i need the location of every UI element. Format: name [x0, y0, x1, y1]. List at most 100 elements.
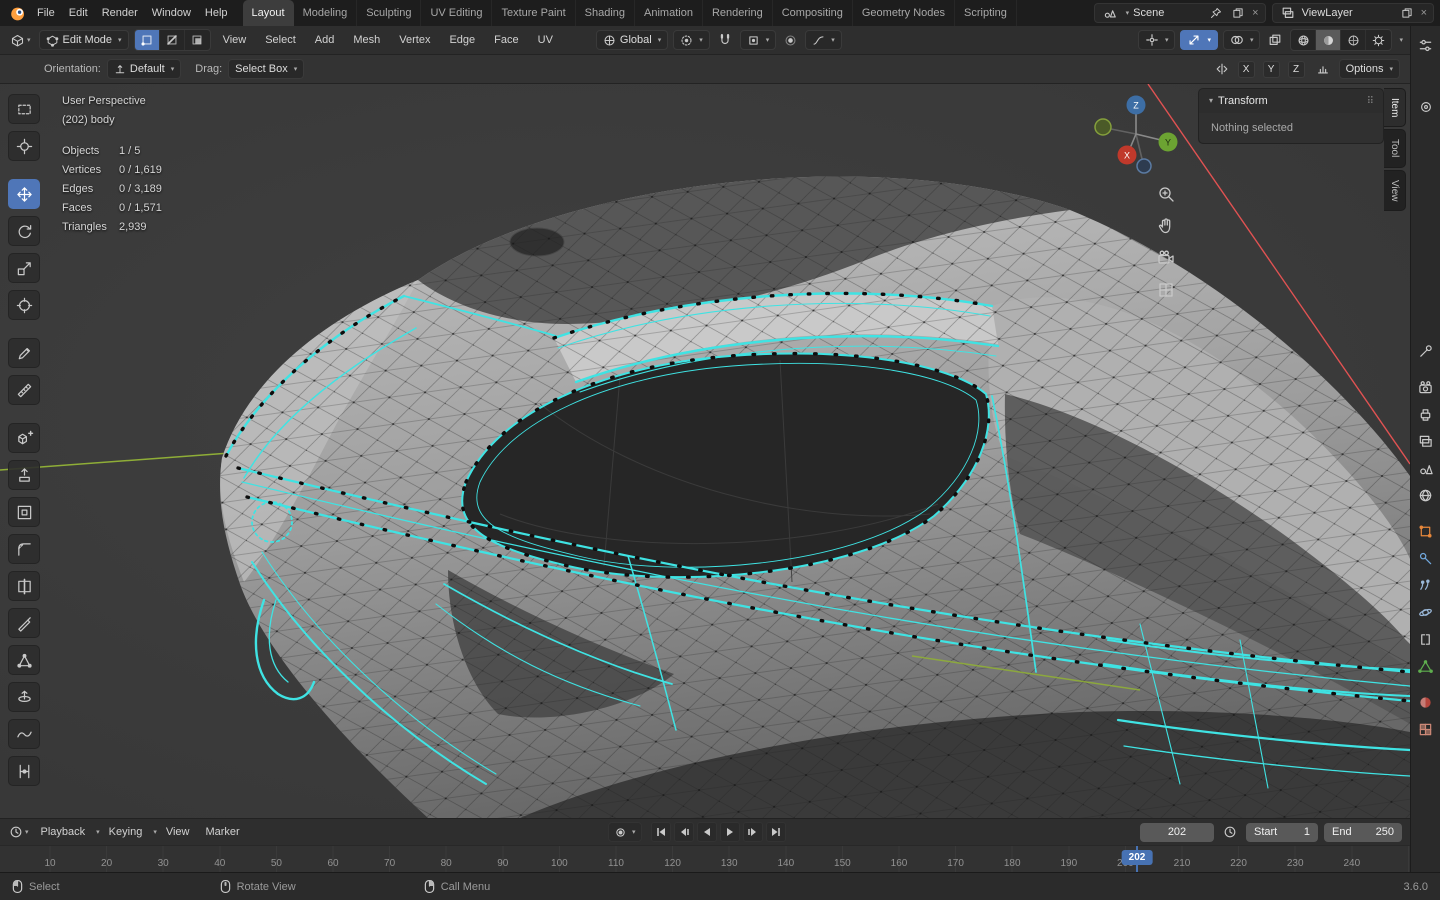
tool-rotate[interactable]: [8, 216, 40, 246]
workspace-tab-texture-paint[interactable]: Texture Paint: [492, 0, 576, 26]
menu-keying[interactable]: Keying: [102, 822, 150, 842]
timeline-ruler[interactable]: 10 20 30 40 50 60 70 80 90 100 110 120 1…: [0, 845, 1410, 874]
vertex-select-button[interactable]: [134, 30, 160, 50]
play-button[interactable]: [719, 822, 740, 842]
properties-tab-scene-icon[interactable]: [1411, 455, 1440, 482]
scene-browse-chevron[interactable]: ▾: [1126, 10, 1130, 17]
tool-poly-build[interactable]: [8, 645, 40, 675]
tool-select-box[interactable]: [8, 94, 40, 124]
visibility-dropdown[interactable]: ▾: [1137, 30, 1176, 50]
wireframe-shading-button[interactable]: [1291, 30, 1317, 50]
auto-keyframe-button[interactable]: ▾: [608, 822, 642, 842]
ortho-grid-icon[interactable]: [1152, 276, 1180, 304]
workspace-tab-shading[interactable]: Shading: [576, 0, 636, 26]
workspace-tab-rendering[interactable]: Rendering: [703, 0, 773, 26]
properties-tab-tool-icon[interactable]: [1411, 338, 1440, 365]
menu-file[interactable]: File: [30, 3, 62, 23]
snap-toggle-button[interactable]: [715, 30, 735, 50]
proportional-edit-button[interactable]: [781, 30, 800, 50]
viewlayer-name[interactable]: ViewLayer: [1302, 7, 1394, 19]
properties-tab-render-icon[interactable]: [1411, 374, 1440, 401]
menu-playback[interactable]: Playback: [34, 822, 93, 842]
tool-add-cube[interactable]: [8, 423, 40, 453]
browse-scene-icon[interactable]: [1100, 3, 1120, 23]
menu-face[interactable]: Face: [487, 30, 525, 50]
tool-extrude-region[interactable]: [8, 460, 40, 490]
properties-tab-texture-icon[interactable]: [1411, 716, 1440, 743]
workspace-tab-modeling[interactable]: Modeling: [294, 0, 358, 26]
menu-view[interactable]: View: [216, 30, 254, 50]
properties-tab-constraints-icon[interactable]: [1411, 626, 1440, 653]
menu-edge[interactable]: Edge: [442, 30, 482, 50]
jump-to-end-button[interactable]: [765, 822, 786, 842]
pin-icon[interactable]: [1207, 3, 1225, 23]
tool-inset-faces[interactable]: [8, 497, 40, 527]
tool-transform[interactable]: [8, 290, 40, 320]
rendered-shading-button[interactable]: [1366, 30, 1391, 50]
tool-cursor[interactable]: [8, 131, 40, 161]
orientation-dropdown[interactable]: Global ▾: [595, 30, 669, 50]
options-dropdown[interactable]: Options ▾: [1338, 59, 1400, 79]
drag-mode-dropdown[interactable]: Select Box ▾: [228, 59, 305, 79]
menu-window[interactable]: Window: [145, 3, 198, 23]
menu-add[interactable]: Add: [308, 30, 342, 50]
new-viewlayer-icon[interactable]: [1398, 3, 1416, 23]
use-preview-range-icon[interactable]: [1220, 822, 1240, 842]
play-reverse-button[interactable]: [696, 822, 717, 842]
mode-selector[interactable]: Edit Mode ▾: [38, 30, 129, 50]
blender-logo-icon[interactable]: [6, 3, 30, 23]
properties-tab-object-icon[interactable]: [1411, 518, 1440, 545]
new-scene-icon[interactable]: [1229, 3, 1247, 23]
prev-keyframe-button[interactable]: [673, 822, 694, 842]
menu-marker[interactable]: Marker: [198, 822, 246, 842]
solid-shading-button[interactable]: [1316, 30, 1342, 50]
mirror-y-toggle[interactable]: Y: [1262, 60, 1280, 78]
pivot-dropdown[interactable]: ▾: [673, 30, 710, 50]
properties-tab-material-icon[interactable]: [1411, 689, 1440, 716]
tool-bevel[interactable]: [8, 534, 40, 564]
remove-viewlayer-icon[interactable]: ×: [1420, 7, 1428, 19]
mesh-canvas[interactable]: [0, 84, 1410, 818]
menu-edit[interactable]: Edit: [62, 3, 95, 23]
unlink-scene-icon[interactable]: ×: [1251, 7, 1259, 19]
menu-mesh[interactable]: Mesh: [346, 30, 387, 50]
end-frame-field[interactable]: End 250: [1324, 822, 1402, 842]
timeline-editor-type-button[interactable]: ▾: [6, 822, 32, 842]
transform-panel-header[interactable]: ▾ Transform ⠿: [1199, 89, 1383, 113]
current-frame-badge[interactable]: 202: [1121, 850, 1153, 865]
current-frame-field[interactable]: 202: [1140, 822, 1214, 842]
tool-knife[interactable]: [8, 608, 40, 638]
mirror-z-toggle[interactable]: Z: [1287, 60, 1305, 78]
start-frame-field[interactable]: Start 1: [1246, 822, 1318, 842]
sidebar-tab-item[interactable]: Item: [1384, 88, 1406, 128]
properties-tab-physics-icon[interactable]: [1411, 599, 1440, 626]
tool-edge-slide[interactable]: [8, 756, 40, 786]
workspace-tab-geometry-nodes[interactable]: Geometry Nodes: [853, 0, 956, 26]
workspace-tab-layout[interactable]: Layout: [242, 0, 294, 26]
overlays-dropdown[interactable]: ▾: [1222, 30, 1261, 50]
material-shading-button[interactable]: [1341, 30, 1367, 50]
3d-viewport[interactable]: User Perspective (202) body Objects 1 / 5…: [0, 84, 1410, 818]
tool-measure[interactable]: [8, 375, 40, 405]
face-select-button[interactable]: [185, 30, 210, 50]
tool-smooth[interactable]: [8, 719, 40, 749]
menu-render[interactable]: Render: [95, 3, 145, 23]
snap-increment-icon[interactable]: [1313, 59, 1333, 79]
sidebar-tab-tool[interactable]: Tool: [1384, 129, 1406, 168]
workspace-tab-sculpting[interactable]: Sculpting: [357, 0, 422, 26]
menu-select[interactable]: Select: [258, 30, 303, 50]
jump-to-start-button[interactable]: [650, 822, 671, 842]
pan-hand-icon[interactable]: [1152, 212, 1180, 240]
properties-tab-modifiers-icon[interactable]: [1411, 545, 1440, 572]
shading-dropdown[interactable]: ▾: [1399, 37, 1403, 44]
xray-toggle-button[interactable]: [1265, 30, 1285, 50]
properties-tab-output-icon[interactable]: [1411, 401, 1440, 428]
mirror-x-toggle[interactable]: X: [1237, 60, 1255, 78]
menu-uv[interactable]: UV: [531, 30, 560, 50]
workspace-tab-scripting[interactable]: Scripting: [955, 0, 1017, 26]
editor-type-button[interactable]: ▾: [7, 30, 34, 50]
sidebar-tab-view[interactable]: View: [1384, 169, 1406, 212]
gizmos-dropdown[interactable]: ▾: [1180, 30, 1218, 50]
edge-select-button[interactable]: [160, 30, 185, 50]
tool-spin[interactable]: [8, 682, 40, 712]
